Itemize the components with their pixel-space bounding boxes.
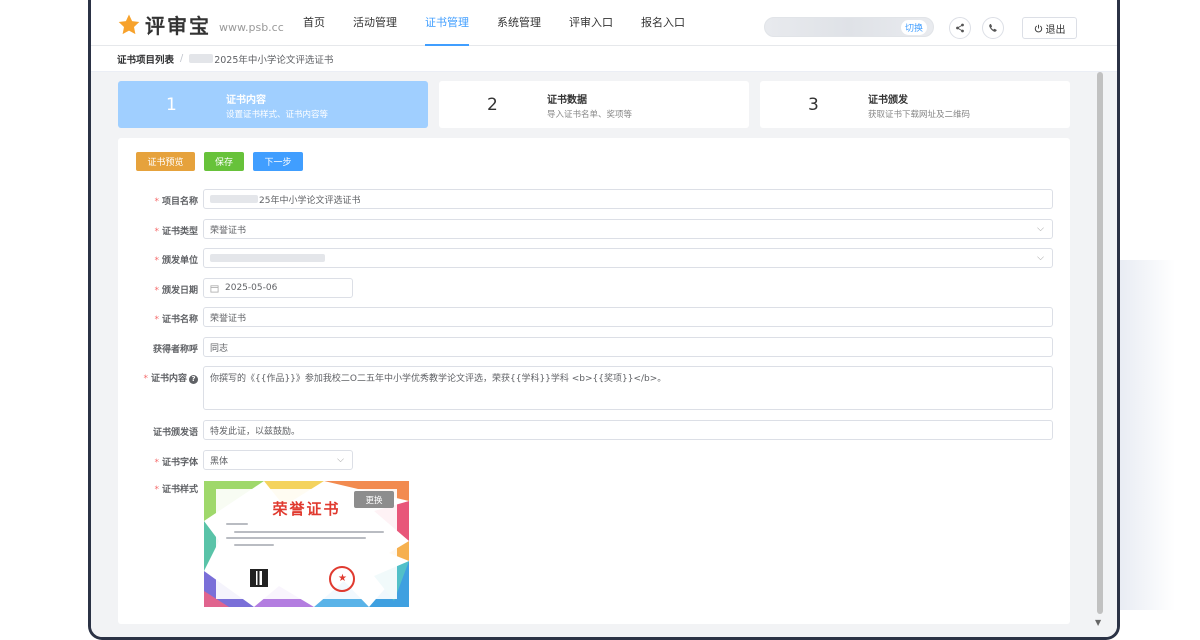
next-step-button[interactable]: 下一步 bbox=[253, 152, 303, 171]
organization-selector[interactable]: 切换 bbox=[764, 17, 934, 37]
replace-style-button[interactable]: 更换 bbox=[354, 491, 394, 508]
closing-label: 证书颁发语 bbox=[152, 428, 198, 438]
certificate-text-line bbox=[226, 537, 366, 539]
step-description: 导入证书名单、奖项等 bbox=[547, 110, 633, 120]
honorific-label: 获得者称呼 bbox=[152, 345, 198, 355]
switch-org-link[interactable]: 切换 bbox=[900, 20, 927, 35]
step-title: 证书颁发 bbox=[868, 95, 908, 106]
nav-system[interactable]: 系统管理 bbox=[497, 0, 541, 46]
certificate-preview[interactable]: 荣誉证书 更换 bbox=[204, 481, 409, 607]
redacted-text bbox=[210, 254, 325, 262]
issue-date-value: 2025-05-06 bbox=[225, 283, 278, 293]
honorific-input[interactable]: 同志 bbox=[203, 337, 1053, 357]
breadcrumb-current: 2025年中小学论文评选证书 bbox=[214, 54, 334, 66]
phone-icon bbox=[989, 24, 997, 32]
step-description: 设置证书样式、证书内容等 bbox=[226, 110, 329, 120]
honorific-value: 同志 bbox=[210, 343, 229, 354]
closing-value: 特发此证，以兹鼓励。 bbox=[210, 426, 301, 437]
logo-text: 评审宝 bbox=[145, 14, 211, 38]
share-button[interactable] bbox=[949, 17, 971, 39]
content-value: 你撰写的《{{作品}}》参加我校二O二五年中小学优秀教学论文评选，荣获{{学科}… bbox=[210, 374, 667, 384]
device-frame: 评审宝 www.psb.cc 首页 活动管理 证书管理 系统管理 评审入口 报名… bbox=[88, 0, 1120, 640]
app-screen: 评审宝 www.psb.cc 首页 活动管理 证书管理 系统管理 评审入口 报名… bbox=[91, 0, 1117, 637]
content-label: * 证书内容? bbox=[118, 371, 198, 384]
step-title: 证书内容 bbox=[226, 95, 266, 106]
step-number: 3 bbox=[808, 95, 819, 115]
logo-url: www.psb.cc bbox=[219, 21, 284, 34]
breadcrumb-separator: / bbox=[180, 53, 184, 64]
help-icon[interactable]: ? bbox=[189, 375, 198, 384]
step-data[interactable]: 2 证书数据 导入证书名单、奖项等 bbox=[439, 81, 749, 128]
breadcrumb-parent[interactable]: 证书项目列表 bbox=[117, 52, 174, 66]
scrollbar-thumb[interactable] bbox=[1097, 72, 1103, 614]
logo[interactable]: 评审宝 www.psb.cc bbox=[117, 10, 284, 39]
redacted-text bbox=[210, 195, 258, 203]
share-icon bbox=[956, 23, 964, 33]
background-shadow bbox=[1120, 260, 1175, 610]
step-number: 2 bbox=[487, 95, 498, 115]
nav-signup-entry[interactable]: 报名入口 bbox=[641, 0, 685, 46]
issue-date-picker[interactable]: 2025-05-06 bbox=[203, 278, 353, 298]
calendar-icon bbox=[210, 284, 219, 293]
step-content[interactable]: 1 证书内容 设置证书样式、证书内容等 bbox=[118, 81, 428, 128]
font-value: 黑体 bbox=[210, 456, 229, 467]
font-select[interactable]: 黑体 ⌵ bbox=[203, 450, 353, 470]
project-name-label: * 项目名称 bbox=[154, 197, 198, 207]
cert-type-select[interactable]: 荣誉证书 ⌵ bbox=[203, 219, 1053, 239]
chevron-down-icon: ⌵ bbox=[1037, 224, 1044, 234]
certificate-text-line bbox=[226, 523, 248, 525]
redacted-text bbox=[189, 54, 214, 63]
breadcrumb: 证书项目列表 / 2025年中小学论文评选证书 bbox=[91, 46, 1117, 72]
qr-code-icon bbox=[250, 569, 268, 587]
nav-activities[interactable]: 活动管理 bbox=[353, 0, 397, 46]
top-header: 评审宝 www.psb.cc 首页 活动管理 证书管理 系统管理 评审入口 报名… bbox=[91, 0, 1117, 46]
cert-type-value: 荣誉证书 bbox=[210, 225, 247, 236]
logout-label: 退出 bbox=[1045, 24, 1066, 36]
nav-review-entry[interactable]: 评审入口 bbox=[569, 0, 613, 46]
save-button[interactable]: 保存 bbox=[204, 152, 244, 171]
project-name-value: 25年中小学论文评选证书 bbox=[259, 195, 361, 206]
certificate-text-line bbox=[234, 544, 274, 546]
cert-name-label: * 证书名称 bbox=[154, 315, 198, 325]
project-name-input[interactable]: 25年中小学论文评选证书 bbox=[203, 189, 1053, 209]
star-logo-icon bbox=[118, 14, 140, 34]
cert-name-input[interactable]: 荣誉证书 bbox=[203, 307, 1053, 327]
font-label: * 证书字体 bbox=[154, 458, 198, 468]
style-label: * 证书样式 bbox=[154, 485, 198, 495]
chevron-down-icon: ⌵ bbox=[337, 455, 344, 465]
issuer-label: * 颁发单位 bbox=[154, 256, 198, 266]
step-issue[interactable]: 3 证书颁发 获取证书下载网址及二维码 bbox=[760, 81, 1070, 128]
power-icon bbox=[1034, 24, 1042, 32]
logout-button[interactable]: 退出 bbox=[1022, 17, 1077, 39]
nav-certificates[interactable]: 证书管理 bbox=[425, 0, 469, 46]
step-number: 1 bbox=[166, 95, 177, 115]
cert-type-label: * 证书类型 bbox=[154, 227, 198, 237]
issue-date-label: * 颁发日期 bbox=[154, 286, 198, 296]
preview-button[interactable]: 证书预览 bbox=[136, 152, 195, 171]
form-panel: 证书预览 保存 下一步 * 项目名称 25年中小学论文评选证书 * 证书类型 荣誉证… bbox=[118, 138, 1070, 624]
scroll-down-arrow-icon[interactable]: ▼ bbox=[1095, 618, 1101, 627]
phone-button[interactable] bbox=[982, 17, 1004, 39]
chevron-down-icon: ⌵ bbox=[1037, 253, 1044, 263]
nav-home[interactable]: 首页 bbox=[303, 0, 325, 46]
step-description: 获取证书下载网址及二维码 bbox=[868, 110, 971, 120]
certificate-text-line bbox=[234, 531, 384, 533]
official-seal-icon bbox=[329, 566, 355, 592]
content-textarea[interactable]: 你撰写的《{{作品}}》参加我校二O二五年中小学优秀教学论文评选，荣获{{学科}… bbox=[203, 366, 1053, 410]
cert-name-value: 荣誉证书 bbox=[210, 313, 247, 324]
closing-input[interactable]: 特发此证，以兹鼓励。 bbox=[203, 420, 1053, 440]
step-title: 证书数据 bbox=[547, 95, 587, 106]
main-nav: 首页 活动管理 证书管理 系统管理 评审入口 报名入口 bbox=[303, 0, 713, 46]
issuer-select[interactable]: ⌵ bbox=[203, 248, 1053, 268]
